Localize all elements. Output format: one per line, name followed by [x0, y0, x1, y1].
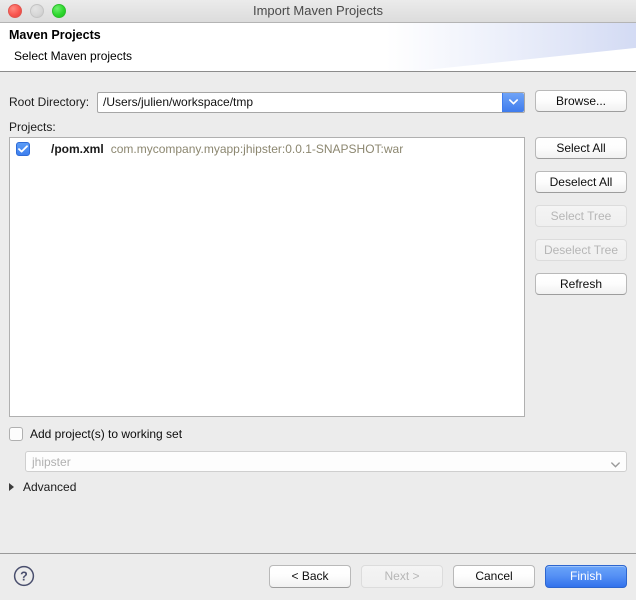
add-to-working-set-checkbox[interactable] — [9, 427, 23, 441]
deselect-tree-button: Deselect Tree — [535, 239, 627, 261]
project-coordinates: com.mycompany.myapp:jhipster:0.0.1-SNAPS… — [111, 142, 404, 156]
chevron-down-icon[interactable] — [502, 93, 524, 112]
browse-button[interactable]: Browse... — [535, 90, 627, 112]
next-button: Next > — [361, 565, 443, 588]
deselect-all-button[interactable]: Deselect All — [535, 171, 627, 193]
refresh-button[interactable]: Refresh — [535, 273, 627, 295]
minimize-window-icon[interactable] — [30, 4, 44, 18]
maximize-window-icon[interactable] — [52, 4, 66, 18]
back-button[interactable]: < Back — [269, 565, 351, 588]
page-title: Maven Projects — [9, 28, 101, 42]
root-directory-value[interactable]: /Users/julien/workspace/tmp — [98, 95, 253, 109]
projects-list[interactable]: /pom.xml com.mycompany.myapp:jhipster:0.… — [9, 137, 525, 417]
select-tree-button: Select Tree — [535, 205, 627, 227]
header-banner-decoration — [386, 23, 636, 72]
projects-label: Projects: — [9, 120, 56, 134]
wizard-header: Maven Projects Select Maven projects — [0, 23, 636, 72]
project-file-name: /pom.xml — [51, 142, 104, 156]
advanced-label[interactable]: Advanced — [23, 480, 76, 494]
close-window-icon[interactable] — [8, 4, 22, 18]
question-mark-circle-icon[interactable]: ? — [13, 565, 35, 587]
window-title: Import Maven Projects — [0, 0, 636, 22]
working-set-combo: jhipster — [25, 451, 627, 472]
working-set-value: jhipster — [26, 455, 71, 469]
finish-button[interactable]: Finish — [545, 565, 627, 588]
page-subtitle: Select Maven projects — [14, 49, 132, 63]
root-directory-combo[interactable]: /Users/julien/workspace/tmp — [97, 92, 525, 113]
add-to-working-set-label: Add project(s) to working set — [30, 427, 182, 441]
project-checkbox[interactable] — [16, 142, 30, 156]
window-controls — [8, 0, 66, 22]
advanced-section-toggle[interactable]: Advanced — [9, 480, 76, 494]
triangle-right-icon[interactable] — [9, 483, 14, 491]
dialog-body: Root Directory: /Users/julien/workspace/… — [0, 72, 636, 553]
window-titlebar: Import Maven Projects — [0, 0, 636, 23]
svg-text:?: ? — [20, 570, 28, 584]
list-actions: Select All Deselect All Select Tree Dese… — [535, 137, 627, 307]
chevron-down-icon — [611, 457, 620, 471]
import-maven-projects-dialog: Import Maven Projects Maven Projects Sel… — [0, 0, 636, 600]
table-row[interactable]: /pom.xml com.mycompany.myapp:jhipster:0.… — [10, 138, 524, 160]
root-directory-label: Root Directory: — [9, 95, 97, 109]
cancel-button[interactable]: Cancel — [453, 565, 535, 588]
footer-button-group: < Back Next > Cancel Finish — [269, 565, 627, 588]
select-all-button[interactable]: Select All — [535, 137, 627, 159]
dialog-footer: ? < Back Next > Cancel Finish — [0, 553, 636, 600]
working-set-row[interactable]: Add project(s) to working set — [9, 427, 182, 441]
